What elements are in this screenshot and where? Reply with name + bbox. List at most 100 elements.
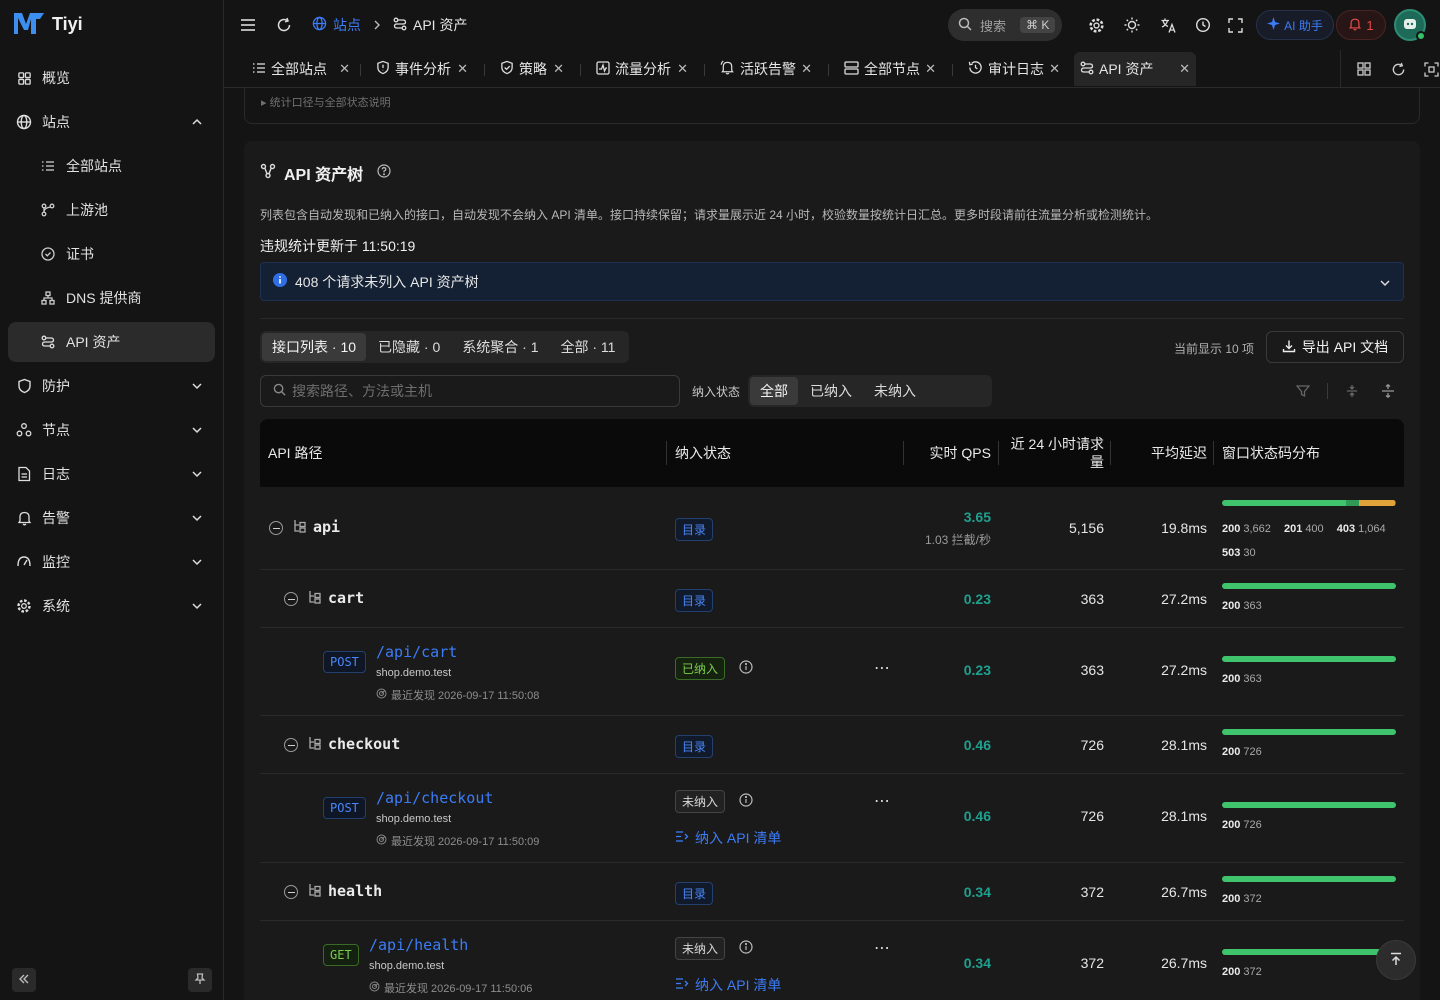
tab-api-assets[interactable]: API 资产 ✕ [1074,52,1196,86]
alerts-button[interactable]: 1 [1336,10,1386,40]
export-api-doc-button[interactable]: 导出 API 文档 [1266,331,1404,363]
sidebar-item-certs[interactable]: 证书 [8,234,215,274]
view-tab-aggregated[interactable]: 系统聚合 · 1 [452,333,548,361]
info-circle-icon[interactable] [739,660,753,677]
search-input[interactable] [292,383,662,399]
last-seen: 最近发现 2026-09-17 11:50:06 [369,980,532,996]
sidebar-item-protection[interactable]: 防护 [8,366,215,406]
more-actions-icon[interactable]: ⋯ [874,791,890,811]
close-icon[interactable]: ✕ [677,61,688,77]
avg-latency: 28.1ms [1161,808,1207,824]
add-to-api-list-link[interactable]: 纳入 API 清单 [675,828,781,848]
sidebar-item-system[interactable]: 系统 [8,586,215,626]
tab-traffic-analysis[interactable]: 流量分析 ✕ [590,52,694,86]
app-name: Tiyi [52,13,83,34]
translate-icon[interactable] [1158,15,1178,35]
collapse-all-icon[interactable] [1344,383,1360,399]
col-status[interactable]: 纳入状态 [675,419,731,487]
avatar[interactable] [1394,9,1426,41]
clear-filter-icon[interactable] [1295,383,1311,399]
close-icon[interactable]: ✕ [339,61,350,77]
collapse-node-button[interactable] [284,738,298,752]
sidebar-item-nodes[interactable]: 节点 [8,410,215,450]
menu-icon[interactable] [238,15,258,35]
sidebar-item-all-sites[interactable]: 全部站点 [8,146,215,186]
view-tab-all[interactable]: 全部 · 11 [550,333,625,361]
sidebar-item-dns[interactable]: DNS 提供商 [8,278,215,318]
col-qps[interactable]: 实时 QPS [910,419,991,487]
collapse-node-button[interactable] [284,885,298,899]
close-icon[interactable]: ✕ [1179,61,1190,77]
close-icon[interactable]: ✕ [925,61,936,77]
table-row[interactable]: checkout 目录 0.46 726 28.1ms 200 726 [260,716,1404,774]
tab-active-alerts[interactable]: 活跃告警 ✕ [714,52,818,86]
breadcrumb-sites[interactable]: 站点 [333,15,361,35]
collapse-node-button[interactable] [269,521,283,535]
col-api-path[interactable]: API 路径 [268,419,322,487]
history-icon[interactable] [1193,15,1213,35]
table-row[interactable]: POST /api/cart shop.demo.test 最近发现 2026-… [260,628,1404,716]
table-row[interactable]: api 目录 3.65 1.03 拦截/秒 5,156 19.8ms 200 3,… [260,487,1404,570]
close-icon[interactable]: ✕ [1049,61,1060,77]
global-search-button[interactable]: 搜索 ⌘ K [948,9,1062,41]
settings-icon[interactable] [1086,15,1106,35]
refresh-icon[interactable] [1389,60,1407,78]
sidebar-item-api-assets[interactable]: API 资产 [8,322,215,362]
api-path-link[interactable]: /api/checkout [376,789,493,807]
help-circle-icon[interactable] [377,163,391,183]
fullscreen-icon[interactable] [1225,15,1245,35]
back-to-top-button[interactable] [1376,940,1416,980]
info-circle-icon[interactable] [739,793,753,810]
chevron-down-icon [191,379,203,395]
tabs-grid-icon[interactable] [1355,60,1373,78]
tab-policy[interactable]: 策略 ✕ [494,52,570,86]
unlisted-requests-banner[interactable]: 408 个请求未列入 API 资产树 [260,262,1404,301]
close-icon[interactable]: ✕ [801,61,812,77]
collapse-sidebar-button[interactable] [12,968,36,992]
sidebar-item-monitoring[interactable]: 监控 [8,542,215,582]
search-field[interactable] [260,375,680,407]
col-requests-24h[interactable]: 近 24 小时请求 量 [1004,419,1104,487]
col-status-dist[interactable]: 窗口状态码分布 [1222,419,1320,487]
table-row[interactable]: cart 目录 0.23 363 27.2ms 200 363 [260,570,1404,628]
pin-sidebar-button[interactable] [188,968,212,992]
filter-not-included[interactable]: 未纳入 [864,377,926,405]
close-icon[interactable]: ✕ [553,61,564,77]
api-path-link[interactable]: /api/cart [376,643,457,661]
sidebar-item-alerts[interactable]: 告警 [8,498,215,538]
brand[interactable]: Tiyi [0,0,223,48]
table-row[interactable]: health 目录 0.34 372 26.7ms 200 372 [260,863,1404,921]
chevron-down-icon[interactable] [1379,276,1391,292]
table-row[interactable]: GET /api/health shop.demo.test 最近发现 2026… [260,921,1404,1000]
avg-latency: 27.2ms [1161,662,1207,678]
view-tab-hidden[interactable]: 已隐藏 · 0 [368,333,450,361]
chevron-right-icon [373,17,381,33]
ai-assistant-button[interactable]: AI 助手 [1256,10,1334,40]
more-actions-icon[interactable]: ⋯ [874,658,890,678]
collapse-node-button[interactable] [284,592,298,606]
refresh-icon[interactable] [274,15,294,35]
sidebar-item-upstream[interactable]: 上游池 [8,190,215,230]
more-actions-icon[interactable]: ⋯ [874,938,890,958]
tab-all-nodes[interactable]: 全部节点 ✕ [838,52,942,86]
add-to-api-list-link[interactable]: 纳入 API 清单 [675,975,781,995]
filter-included[interactable]: 已纳入 [800,377,862,405]
table-row[interactable]: POST /api/checkout shop.demo.test 最近发现 2… [260,774,1404,863]
sidebar-item-overview[interactable]: 概览 [8,58,215,98]
stats-explanation-card[interactable]: ▸ 统计口径与全部状态说明 [244,88,1420,124]
theme-sun-icon[interactable] [1122,15,1142,35]
sidebar-item-sites[interactable]: 站点 [8,102,215,142]
tab-event-analysis[interactable]: 事件分析 ✕ [370,52,474,86]
tab-all-sites[interactable]: 全部站点 ✕ [246,52,356,86]
stats-explanation-summary[interactable]: ▸ 统计口径与全部状态说明 [261,94,391,110]
expand-all-icon[interactable] [1380,383,1396,399]
api-path-link[interactable]: /api/health [369,936,468,954]
view-tab-interfaces[interactable]: 接口列表 · 10 [262,333,367,361]
col-avg-latency[interactable]: 平均延迟 [1116,419,1207,487]
tab-audit-log[interactable]: 审计日志 ✕ [962,52,1066,86]
close-icon[interactable]: ✕ [457,61,468,77]
focus-mode-icon[interactable] [1422,60,1440,78]
filter-all[interactable]: 全部 [750,377,798,405]
sidebar-item-logs[interactable]: 日志 [8,454,215,494]
info-circle-icon[interactable] [739,940,753,957]
